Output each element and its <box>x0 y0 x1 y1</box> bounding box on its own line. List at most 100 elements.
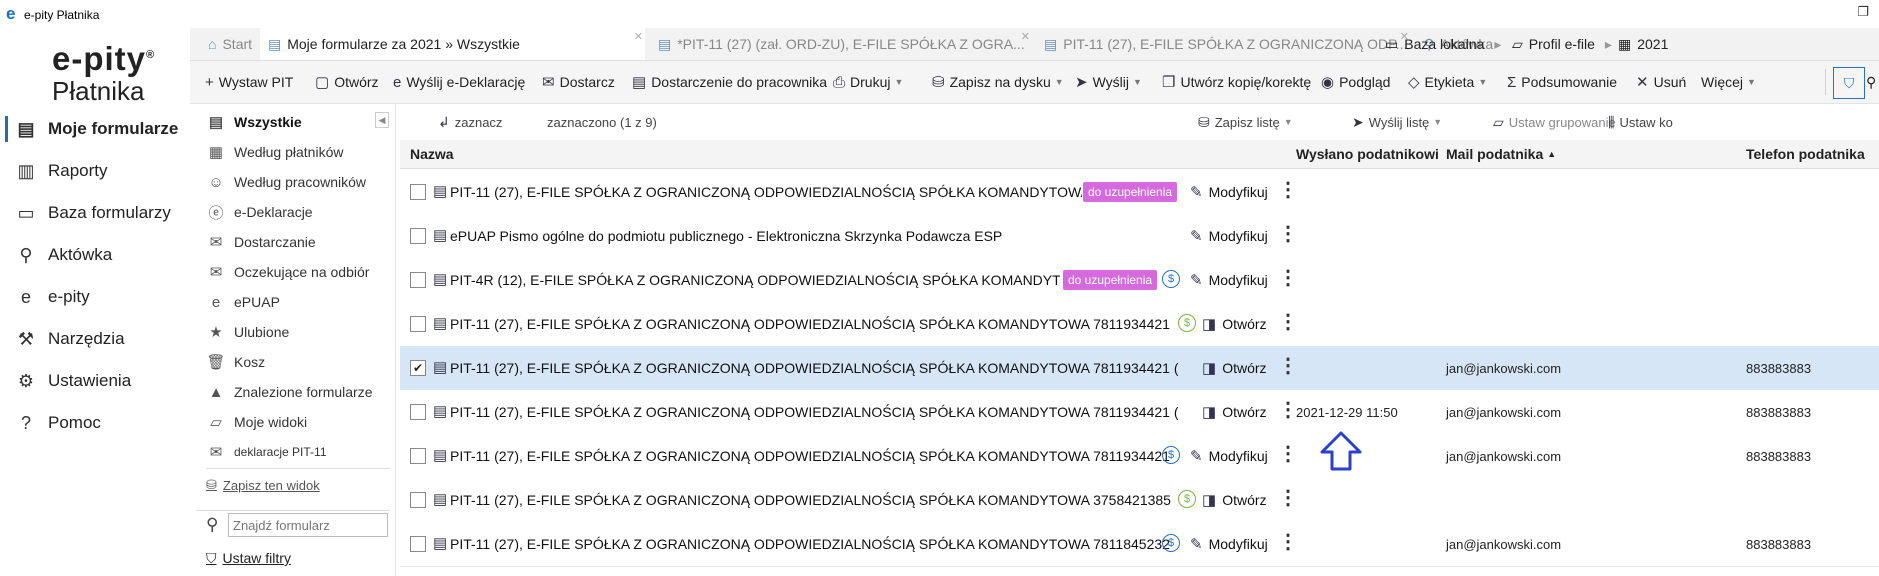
table-row[interactable]: ▤ ePUAP Pismo ogólne do podmiotu publiczn… <box>400 214 1879 259</box>
toolbar-drukuj-button[interactable]: ⎙ Drukuj ▼ <box>833 61 903 103</box>
filter-znalezione-formularze[interactable]: ▲ Znalezione formularze <box>206 378 373 406</box>
row-checkbox[interactable] <box>410 448 426 464</box>
filter-oczekujące-na-odbiór[interactable]: ✉ Oczekujące na odbiór <box>206 258 370 286</box>
toolbar-etykieta-button[interactable]: ◇ Etykieta ▼ <box>1408 61 1487 103</box>
epity-icon: e <box>20 286 31 307</box>
filter-według-płatników[interactable]: ▦ Według płatników <box>206 138 344 166</box>
document-icon: ▤ <box>433 491 448 508</box>
row-checkbox[interactable] <box>410 272 426 288</box>
table-row[interactable]: ▤ PIT-11 (27), E-FILE SPÓŁKA Z OGRANICZON… <box>400 390 1879 435</box>
row-action-modyfikuj[interactable]: ✎ Modyfikuj <box>1190 522 1268 566</box>
more-options-icon[interactable]: ⋮ <box>1278 444 1298 464</box>
tab-right-2021[interactable]: ▦ 2021 <box>1618 28 1668 60</box>
filter-kosz[interactable]: 🗑 Kosz <box>206 348 265 376</box>
grouping-button[interactable]: ▱ Ustaw grupowanie <box>1493 104 1616 140</box>
nav-item-raporty[interactable]: ▥ Raporty <box>0 152 185 190</box>
more-options-icon[interactable]: ⋮ <box>1278 224 1298 244</box>
toolbar-dostarcz-button[interactable]: ✉ Dostarcz <box>542 61 615 103</box>
mark-button[interactable]: ↲ zaznacz <box>438 104 502 140</box>
toolbar-utwórz-kopię-korektę-button[interactable]: ❐ Utwórz kopię/korektę <box>1162 61 1311 103</box>
row-checkbox[interactable] <box>410 404 426 420</box>
nav-item-aktówka[interactable]: ⚲ Aktówka <box>0 236 185 274</box>
nav-item-e-pity[interactable]: e e-pity <box>0 278 185 316</box>
toolbar-usuń-button[interactable]: ✕ Usuń <box>1636 61 1686 103</box>
toolbar-wyślij-button[interactable]: ➤ Wyślij ▼ <box>1075 61 1142 103</box>
table-row[interactable]: ▤ PIT-11 (27), E-FILE SPÓŁKA Z OGRANICZON… <box>400 170 1879 215</box>
tab-2[interactable]: ▤ *PIT-11 (27) (zał. ORD-ZU), E-FILE SPÓŁ… <box>650 28 1032 60</box>
filter-deklaracje-pit-11[interactable]: ✉ deklaracje PIT-11 <box>206 438 327 466</box>
set-filters-link[interactable]: ⛉ Ustaw filtry <box>206 546 291 570</box>
row-action-otwórz[interactable]: ◨ Otwórz <box>1202 346 1267 390</box>
tab-0[interactable]: ⌂ Start <box>200 28 260 60</box>
collapse-sidebar-button[interactable]: ◀ <box>375 112 389 128</box>
column-name[interactable]: Nazwa <box>410 140 454 168</box>
row-action-modyfikuj[interactable]: ✎ Modyfikuj <box>1190 214 1268 258</box>
save-list-button[interactable]: ⛁ Zapisz listę ▼ <box>1198 104 1293 140</box>
send-list-button[interactable]: ➤ Wyślij listę ▼ <box>1352 104 1442 140</box>
table-row[interactable]: ▤ PIT-4R (12), E-FILE SPÓŁKA Z OGRANICZON… <box>400 258 1879 303</box>
filter-moje-widoki[interactable]: ▱ Moje widoki <box>206 408 307 436</box>
more-options-icon[interactable]: ⋮ <box>1278 400 1298 420</box>
row-action-modyfikuj[interactable]: ✎ Modyfikuj <box>1190 170 1268 214</box>
table-row[interactable]: ▤ PIT-11 (27), E-FILE SPÓŁKA Z OGRANICZON… <box>400 302 1879 347</box>
save-view-link[interactable]: ⛁ Zapisz ten widok <box>206 473 320 497</box>
restore-window-icon[interactable]: ❐ <box>1857 4 1869 20</box>
row-checkbox[interactable] <box>410 536 426 552</box>
filter-dostarczanie[interactable]: ✉ Dostarczanie <box>206 228 316 256</box>
toolbar-zapisz-na-dysku-button[interactable]: ⛁ Zapisz na dysku ▼ <box>932 61 1064 103</box>
filter-według-pracowników[interactable]: ☺ Według pracowników <box>206 168 366 196</box>
filter-e-deklaracje[interactable]: ⓔ e-Deklaracje <box>206 198 312 226</box>
pen-icon: ✎ <box>1190 448 1203 465</box>
row-checkbox[interactable] <box>410 492 426 508</box>
row-checkbox[interactable] <box>410 228 426 244</box>
more-options-icon[interactable]: ⋮ <box>1278 312 1298 332</box>
close-tab-icon[interactable]: ✕ <box>1021 30 1030 43</box>
more-options-icon[interactable]: ⋮ <box>1278 488 1298 508</box>
save-list-icon: ⛁ <box>1198 113 1210 130</box>
search-tool-icon[interactable]: ⚲ <box>1866 61 1876 103</box>
toolbar-więcej-button[interactable]: Więcej ▼ <box>1701 61 1756 103</box>
toolbar-podgląd-button[interactable]: ◉ Podgląd <box>1321 61 1390 103</box>
filter-toggle-button[interactable]: ⛉ <box>1833 67 1865 99</box>
nav-item-pomoc[interactable]: ? Pomoc <box>0 404 185 442</box>
table-row[interactable]: ✔ ▤ PIT-11 (27), E-FILE SPÓŁKA Z OGRANICZO… <box>400 346 1879 391</box>
nav-item-ustawienia[interactable]: ⚙ Ustawienia <box>0 362 185 400</box>
row-action-otwórz[interactable]: ◨ Otwórz <box>1202 390 1267 434</box>
more-options-icon[interactable]: ⋮ <box>1278 268 1298 288</box>
filter-wszystkie[interactable]: ▤ Wszystkie <box>206 108 302 136</box>
search-input[interactable] <box>228 513 388 537</box>
filter-ulubione[interactable]: ★ Ulubione <box>206 318 289 346</box>
nav-item-baza-formularzy[interactable]: ▭ Baza formularzy <box>0 194 185 232</box>
more-options-icon[interactable]: ⋮ <box>1278 356 1298 376</box>
column-phone[interactable]: Telefon podatnika <box>1746 140 1865 168</box>
toolbar-podsumowanie-button[interactable]: Σ Podsumowanie <box>1507 61 1617 103</box>
table-row[interactable]: ▤ PIT-11 (27), E-FILE SPÓŁKA Z OGRANICZON… <box>400 434 1879 479</box>
row-action-modyfikuj[interactable]: ✎ Modyfikuj <box>1190 434 1268 478</box>
tab-right-baza-lokalna[interactable]: ▭ Baza lokalna ▸ <box>1385 28 1501 60</box>
nav-item-narzędzia[interactable]: ⚒ Narzędzia <box>0 320 185 358</box>
row-checkbox[interactable] <box>410 184 426 200</box>
tab-right-profil-e-file[interactable]: ▱ Profil e-file ▸ <box>1512 28 1612 60</box>
row-action-modyfikuj[interactable]: ✎ Modyfikuj <box>1190 258 1268 302</box>
columns-button[interactable]: ⫼ Ustaw ko <box>1608 104 1673 140</box>
toolbar-wyślij-e-deklarację-button[interactable]: e Wyślij e-Deklarację <box>393 61 525 103</box>
row-action-otwórz[interactable]: ◨ Otwórz <box>1202 478 1267 522</box>
column-mail[interactable]: Mail podatnika ▲ <box>1446 140 1556 168</box>
row-action-otwórz[interactable]: ◨ Otwórz <box>1202 302 1267 346</box>
person-icon: ☺ <box>208 173 224 191</box>
toolbar-wystaw-pit-button[interactable]: + Wystaw PIT <box>205 61 293 103</box>
more-options-icon[interactable]: ⋮ <box>1278 180 1298 200</box>
table-row[interactable]: ▤ PIT-11 (27), E-FILE SPÓŁKA Z OGRANICZON… <box>400 478 1879 523</box>
filter-epuap[interactable]: e ePUAP <box>206 288 280 316</box>
nav-item-moje-formularze[interactable]: ▤ Moje formularze <box>0 110 185 148</box>
tab-3[interactable]: ▤ PIT-11 (27), E-FILE SPÓŁKA Z OGRANICZON… <box>1036 28 1411 60</box>
column-sent[interactable]: Wysłano podatnikowi <box>1296 140 1439 168</box>
row-checkbox[interactable]: ✔ <box>410 360 426 376</box>
toolbar-otwórz-button[interactable]: ▢ Otwórz <box>315 61 379 103</box>
close-tab-icon[interactable]: ✕ <box>634 30 643 43</box>
table-row[interactable]: ▤ PIT-11 (27), E-FILE SPÓŁKA Z OGRANICZON… <box>400 522 1879 567</box>
more-options-icon[interactable]: ⋮ <box>1278 532 1298 552</box>
toolbar-dostarczenie-do-pracownika-button[interactable]: ▤ Dostarczenie do pracownika <box>632 61 827 103</box>
tab-1[interactable]: ▤ Moje formularze za 2021 » Wszystkie ✕ <box>260 28 645 60</box>
row-checkbox[interactable] <box>410 316 426 332</box>
